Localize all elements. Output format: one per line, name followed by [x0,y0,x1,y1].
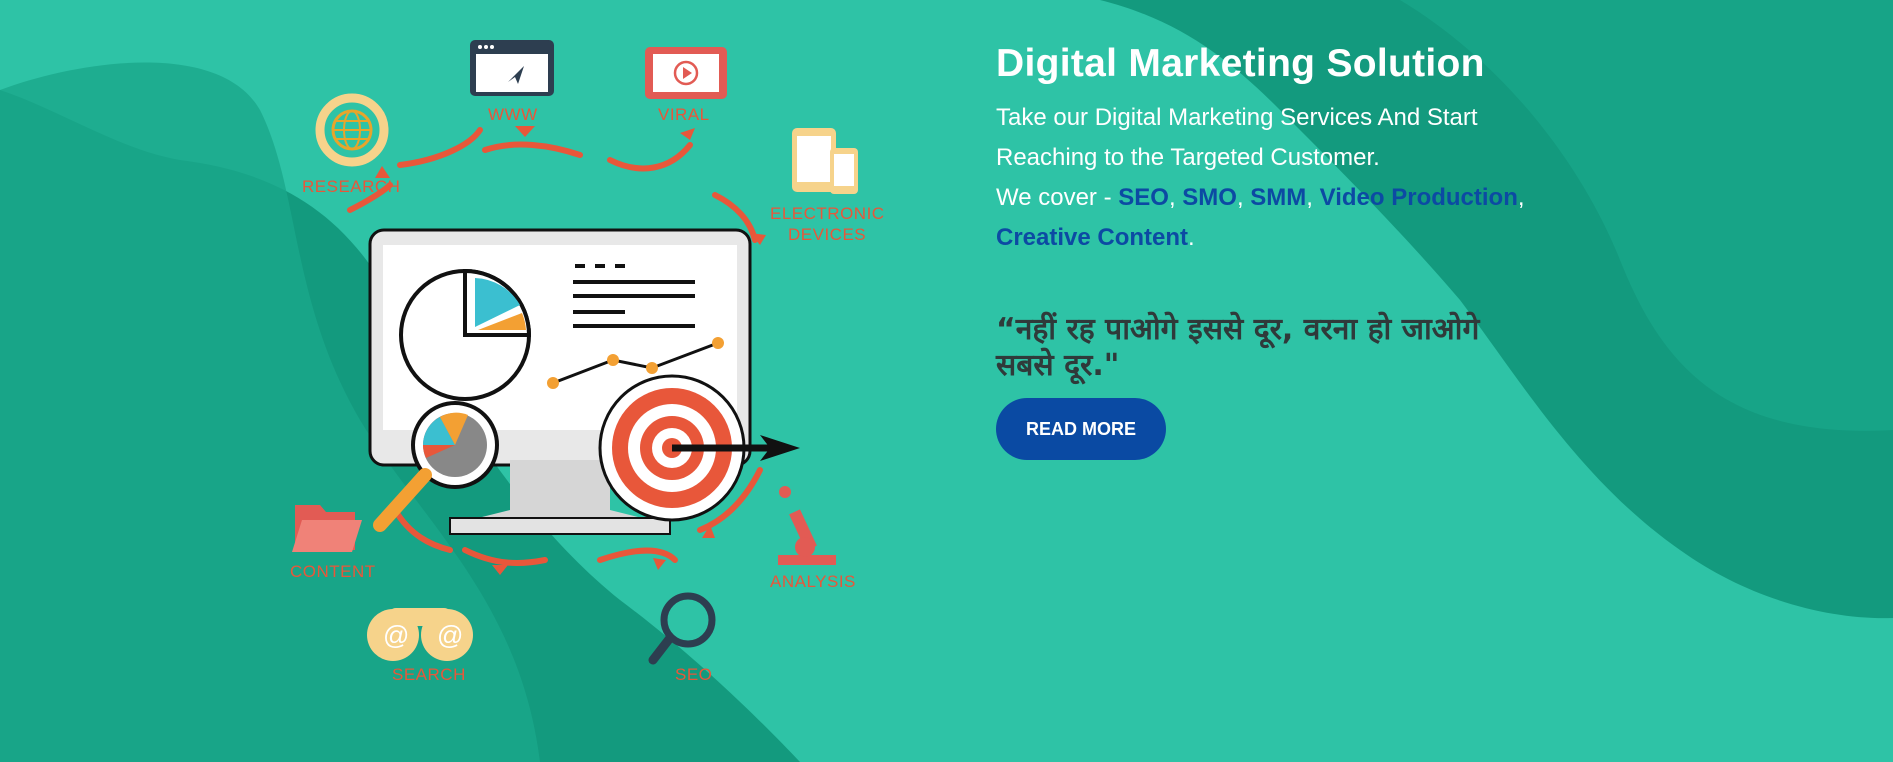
monitor-icon [368,228,800,535]
intro-line-2: Reaching to the Targeted Customer. [996,144,1380,171]
digital-marketing-illustration: WWW VIRAL RESEARCH ELECTRONIC DEVICES CO… [290,40,885,684]
electronic-devices-icon [792,128,858,194]
analysis-microscope-icon [778,486,836,565]
quote-line-2: सबसे दूर." [996,348,1120,383]
read-more-button[interactable]: READ MORE [996,398,1167,460]
label-www: WWW [488,105,538,124]
separator: , [1306,184,1320,211]
separator: , [1236,184,1251,211]
label-seo: SEO [675,665,712,684]
hero-section: WWW VIRAL RESEARCH ELECTRONIC DEVICES CO… [0,0,1893,762]
svg-text:@: @ [437,620,463,650]
seo-magnifier-icon [648,592,716,665]
intro-line-1: Take our Digital Marketing Services And … [996,104,1478,131]
service-link-creative-content[interactable]: Creative Content [996,224,1188,251]
service-link-smo[interactable]: SMO [1182,184,1237,211]
label-search: SEARCH [392,665,466,684]
label-research: RESEARCH [302,177,400,196]
service-link-smm[interactable]: SMM [1250,184,1306,211]
page-title: Digital Marketing Solution [996,42,1485,85]
label-electronic: ELECTRONIC [770,204,885,223]
content-folder-icon [292,505,362,552]
viral-video-icon [645,47,727,99]
search-binoculars-icon: @ @ [367,608,473,661]
service-link-video-production[interactable]: Video Production [1320,184,1518,211]
hindi-quote: “नहीं रह पाओगे इससे दूर, वरना हो जाओगे स… [996,312,1556,384]
label-viral: VIRAL [658,105,710,124]
svg-text:@: @ [383,620,409,650]
research-globe-icon [315,93,389,167]
end-punctuation: . [1188,224,1195,251]
label-content: CONTENT [290,562,376,581]
label-analysis: ANALYSIS [770,572,856,591]
separator: , [1168,184,1183,211]
separator: , [1517,184,1525,211]
cover-prefix: We cover - [996,184,1119,211]
label-devices: DEVICES [788,225,866,244]
service-link-seo[interactable]: SEO [1118,184,1169,211]
quote-line-1: “नहीं रह पाओगे इससे दूर, वरना हो जाओगे [996,312,1480,347]
hero-description: Take our Digital Marketing Services And … [996,98,1596,258]
www-icon [470,40,554,96]
hero-content: Digital Marketing Solution Take our Digi… [996,40,1596,460]
